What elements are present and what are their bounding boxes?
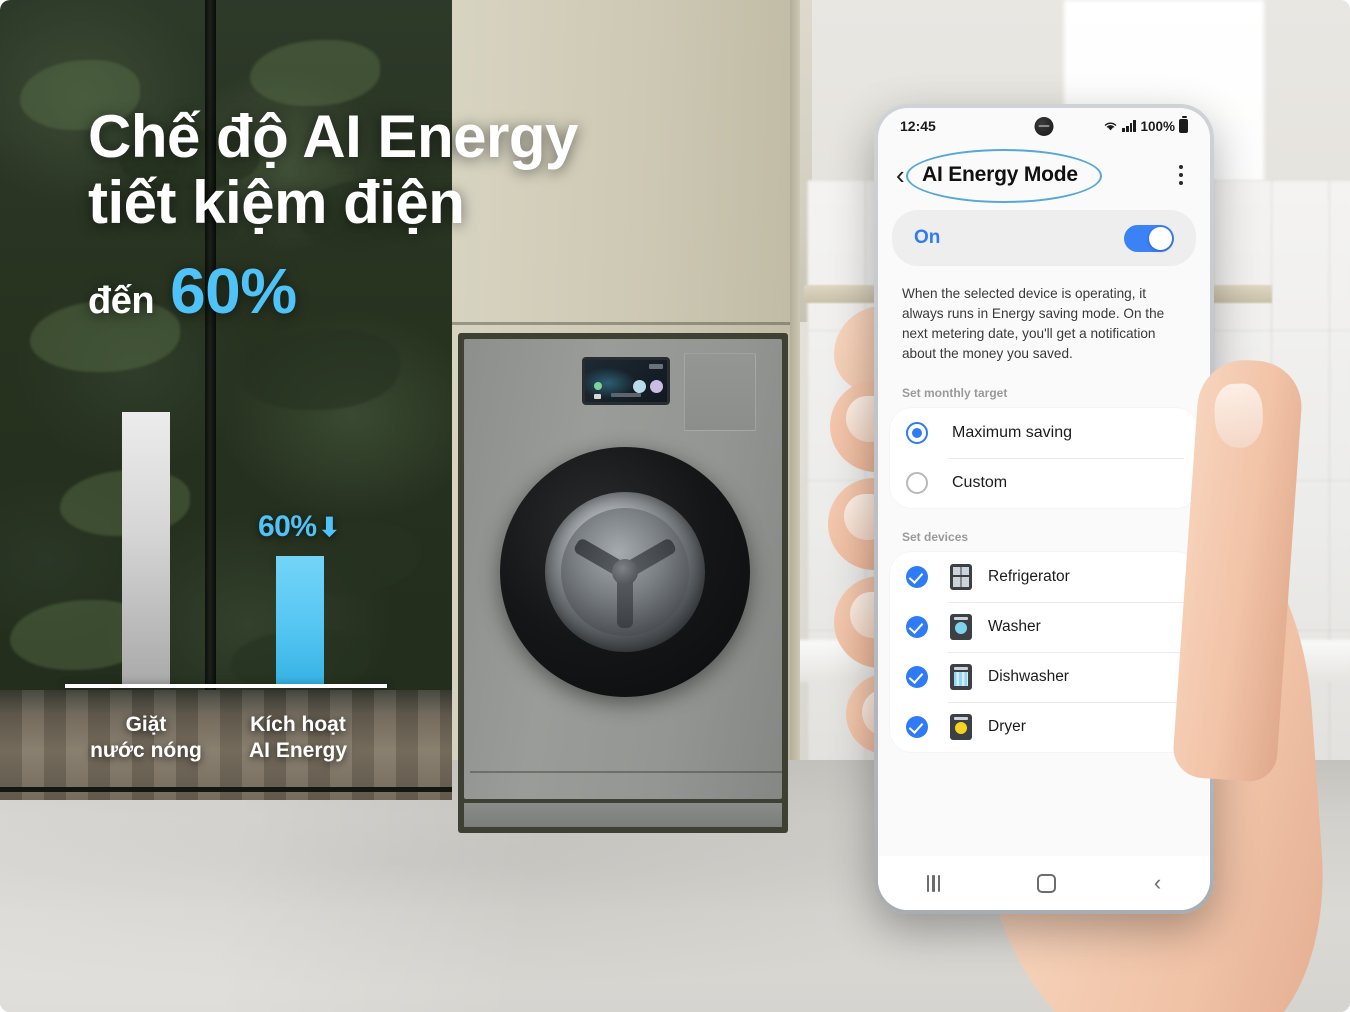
- bar-hot-water-wash: [122, 412, 170, 686]
- washer-body: [464, 339, 788, 799]
- recents-icon[interactable]: [926, 874, 940, 892]
- reduction-value: 60%: [258, 510, 317, 543]
- device-row-refrigerator[interactable]: Refrigerator: [890, 552, 1198, 602]
- devices-list: Refrigerator Washer Dishwasher Dryer: [890, 552, 1198, 752]
- checkbox-checked-icon[interactable]: [906, 716, 928, 738]
- option-custom[interactable]: Custom: [890, 458, 1198, 508]
- subline-percent: 60%: [170, 255, 297, 327]
- front-camera-punch-hole-icon: [1034, 117, 1054, 136]
- headline-subline: đến 60%: [88, 254, 688, 328]
- back-chevron-icon[interactable]: ‹: [896, 162, 918, 188]
- ai-energy-mode-toggle-row[interactable]: On: [892, 210, 1196, 266]
- signal-bars-icon: [1122, 120, 1136, 132]
- headline-line-2: tiết kiệm điện: [88, 169, 465, 236]
- washer-base: [464, 803, 782, 827]
- checkbox-checked-icon[interactable]: [906, 666, 928, 688]
- bar-label-line1: Kích hoạt: [250, 713, 346, 736]
- reduction-annotation: 60% ⬇: [258, 510, 340, 544]
- device-label: Refrigerator: [988, 568, 1070, 585]
- device-row-washer[interactable]: Washer: [890, 602, 1198, 652]
- dryer-icon: [950, 714, 972, 740]
- battery-percent-label: 100%: [1140, 118, 1175, 134]
- dishwasher-icon: [950, 664, 972, 690]
- status-time: 12:45: [900, 118, 936, 134]
- android-navigation-bar: ‹: [878, 856, 1210, 910]
- section-label-set-devices: Set devices: [902, 530, 969, 544]
- deck-edge: [0, 787, 452, 792]
- battery-icon: [1179, 116, 1188, 133]
- toggle-label: On: [914, 227, 941, 248]
- home-icon[interactable]: [1037, 873, 1057, 893]
- promo-banner: Chế độ AI Energy tiết kiệm điện đến 60% …: [0, 0, 1350, 1012]
- ai-energy-mode-toggle[interactable]: [1124, 224, 1174, 252]
- thumb-nail: [1213, 382, 1264, 449]
- monthly-target-list: Maximum saving Custom: [890, 408, 1198, 508]
- washer-control-panel: [582, 357, 670, 405]
- device-row-dishwasher[interactable]: Dishwasher: [890, 652, 1198, 702]
- page-title: AI Energy Mode: [922, 163, 1078, 186]
- checkbox-checked-icon[interactable]: [906, 616, 928, 638]
- drum: [561, 508, 689, 636]
- headline-line-1: Chế độ AI Energy: [88, 103, 578, 170]
- device-row-dryer[interactable]: Dryer: [890, 702, 1198, 752]
- overflow-menu-icon[interactable]: [1170, 164, 1192, 186]
- device-label: Dishwasher: [988, 668, 1069, 685]
- status-bar: 12:45 100%: [878, 108, 1210, 144]
- bar-ai-energy: [276, 556, 324, 686]
- subline-prefix: đến: [88, 280, 155, 322]
- detergent-hatch: [684, 353, 756, 431]
- page-title-wrap: AI Energy Mode: [906, 149, 1102, 203]
- smartphone: 12:45 100% ‹ AI Energy Mode On When the …: [874, 104, 1214, 914]
- bar-label-ai-energy: Kích hoạt AI Energy: [208, 712, 388, 764]
- door-glass: [545, 492, 705, 652]
- device-label: Dryer: [988, 718, 1026, 735]
- chart-baseline: [65, 684, 387, 688]
- hand-holding-phone: 12:45 100% ‹ AI Energy Mode On When the …: [780, 60, 1350, 1012]
- promo-headline: Chế độ AI Energy tiết kiệm điện đến 60%: [88, 104, 688, 328]
- option-maximum-saving[interactable]: Maximum saving: [890, 408, 1198, 458]
- description-text: When the selected device is operating, i…: [902, 286, 1165, 361]
- back-icon[interactable]: ‹: [1154, 872, 1161, 894]
- app-bar: ‹ AI Energy Mode: [878, 144, 1210, 206]
- option-label: Custom: [952, 474, 1008, 491]
- device-label: Washer: [988, 618, 1041, 635]
- checkbox-checked-icon[interactable]: [906, 566, 928, 588]
- section-label-monthly-target: Set monthly target: [902, 386, 1008, 400]
- radio-unselected-icon[interactable]: [906, 472, 928, 494]
- bar-label-line2: AI Energy: [248, 739, 348, 762]
- down-arrow-icon: ⬇: [318, 512, 341, 542]
- washing-machine: [458, 333, 788, 833]
- radio-selected-icon[interactable]: [906, 422, 928, 444]
- energy-bar-chart: 60% ⬇ Giặt nước nóng Kích hoạt AI Energy: [60, 400, 390, 780]
- option-label: Maximum saving: [952, 424, 1073, 441]
- washer-icon: [950, 614, 972, 640]
- phone-screen: 12:45 100% ‹ AI Energy Mode On When the …: [878, 108, 1210, 910]
- status-indicators: 100%: [1103, 116, 1188, 134]
- wifi-icon: [1103, 120, 1118, 132]
- washer-door: [500, 447, 750, 697]
- refrigerator-icon: [950, 564, 972, 590]
